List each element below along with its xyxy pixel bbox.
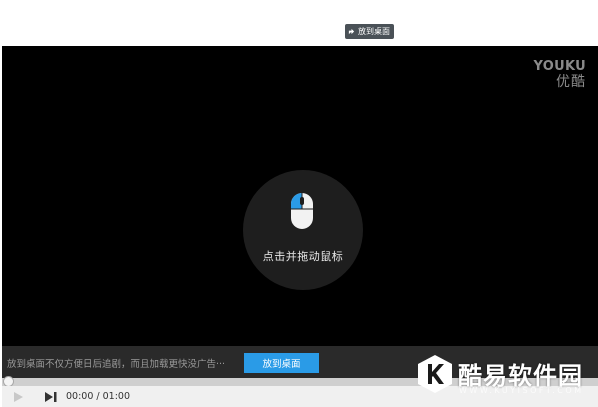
pin-button-label: 放到桌面: [358, 27, 390, 36]
next-icon[interactable]: [44, 391, 58, 403]
promo-text: 放到桌面不仅方便日后追剧，而且加载更快没广告···: [7, 359, 226, 370]
watermark-url: WWW.KUYISOFT.COM: [459, 386, 584, 395]
logo-cn-text: 优酷: [556, 74, 586, 90]
drag-hint-overlay: 点击并拖动鼠标: [243, 170, 363, 290]
pin-icon: [348, 28, 355, 35]
time-display: 00:00 / 01:00: [66, 391, 130, 402]
pin-to-desktop-button[interactable]: 放到桌面: [345, 24, 394, 39]
site-watermark: 酷易软件园 WWW.KUYISOFT.COM: [415, 354, 598, 404]
k-logo-icon: [418, 355, 452, 393]
video-player[interactable]: YOUKU 优酷 点击并拖动鼠标: [2, 46, 598, 346]
pin-to-desktop-promo-button[interactable]: 放到桌面: [244, 353, 319, 373]
play-icon[interactable]: [12, 391, 24, 403]
logo-en-text: YOUKU: [533, 59, 586, 74]
mouse-drag-icon: [291, 193, 313, 229]
youku-logo: YOUKU 优酷: [534, 60, 586, 91]
drag-hint-text: 点击并拖动鼠标: [262, 250, 344, 263]
